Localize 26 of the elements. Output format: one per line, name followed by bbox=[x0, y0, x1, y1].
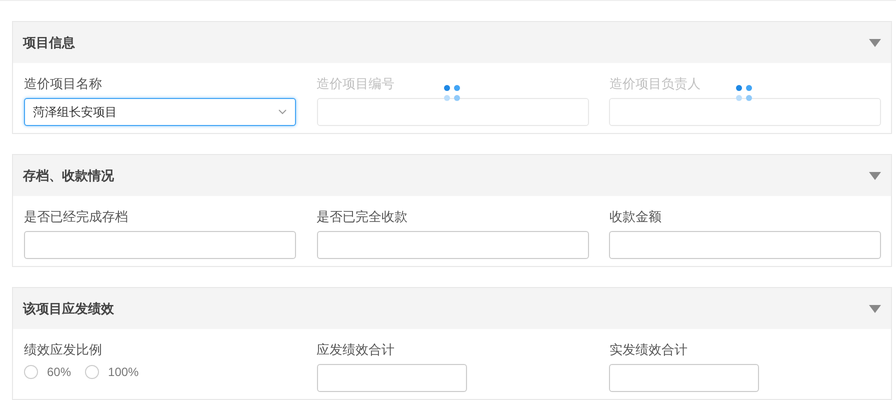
field-label: 绩效应发比例 bbox=[24, 341, 103, 359]
chevron-down-icon bbox=[278, 109, 287, 115]
input-field[interactable] bbox=[609, 231, 882, 259]
section-title: 存档、收款情况 bbox=[23, 166, 114, 185]
field-label: 是否已经完成存档 bbox=[24, 208, 129, 226]
input-field[interactable] bbox=[316, 231, 589, 259]
radio-option[interactable]: 60% bbox=[24, 363, 72, 381]
caret-down-icon[interactable] bbox=[869, 172, 881, 180]
section-title: 项目信息 bbox=[23, 34, 75, 52]
radio-option[interactable]: 100% bbox=[85, 363, 139, 381]
field-label: 实发绩效合计 bbox=[609, 341, 688, 359]
field-label: 应发绩效合计 bbox=[316, 341, 396, 359]
loading-spinner-icon bbox=[444, 85, 460, 101]
field-label: 造价项目负责人 bbox=[609, 75, 702, 93]
caret-down-icon[interactable] bbox=[869, 38, 881, 46]
select-field[interactable]: 菏泽组长安项目 bbox=[24, 98, 296, 126]
section-title: 该项目应发绩效 bbox=[23, 300, 114, 318]
caret-down-icon[interactable] bbox=[869, 304, 881, 312]
input-field[interactable] bbox=[609, 364, 760, 392]
field-label: 造价项目编号 bbox=[316, 75, 396, 93]
field-label: 收款金额 bbox=[609, 208, 662, 226]
input-field[interactable] bbox=[316, 364, 467, 392]
loading-spinner-icon bbox=[736, 85, 752, 101]
field-label: 造价项目名称 bbox=[24, 75, 103, 93]
input-field[interactable] bbox=[24, 231, 296, 259]
field-label: 是否已完全收款 bbox=[316, 208, 409, 226]
